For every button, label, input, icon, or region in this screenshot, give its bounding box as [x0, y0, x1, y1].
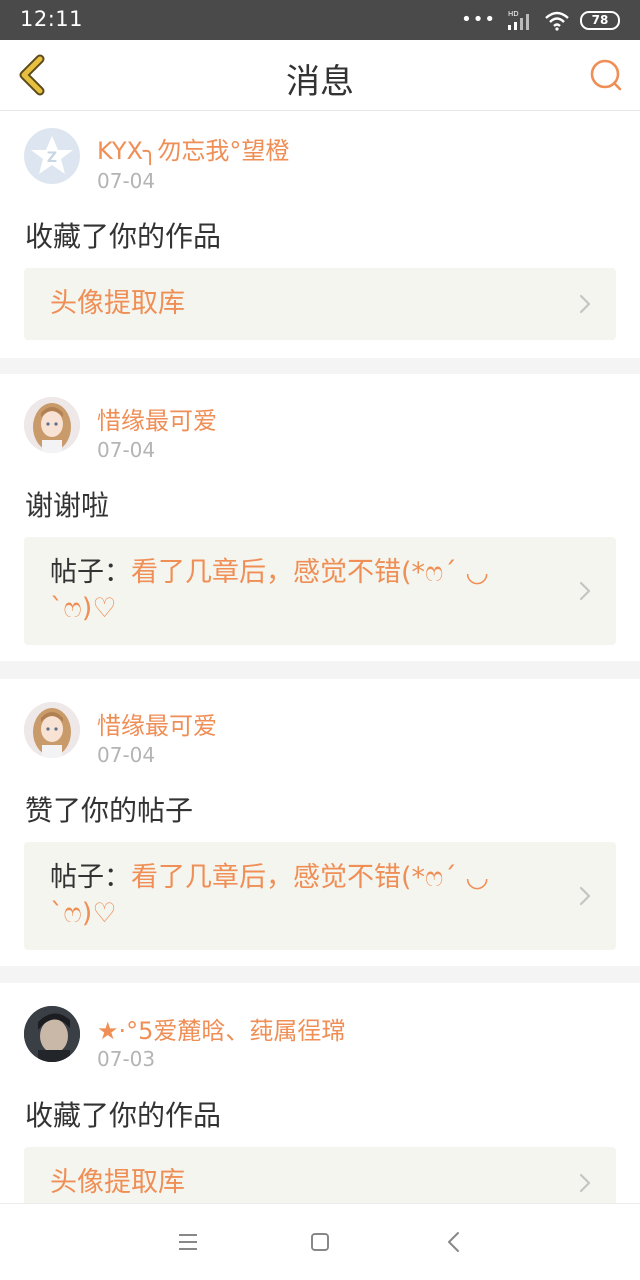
post-reference[interactable]: 帖子：看了几章后，感觉不错(*ෆ´ ◡ `ෆ)♡: [24, 537, 616, 645]
status-bar: 12:11 ••• HD 78: [0, 0, 640, 40]
dark-portrait-avatar[interactable]: [24, 1006, 80, 1062]
app-header: 消息: [0, 40, 640, 111]
message-action: 赞了你的帖子: [25, 794, 194, 827]
svg-text:Z: Z: [47, 150, 57, 166]
chevron-right-icon: [579, 294, 591, 314]
message-card[interactable]: ★·°5爱麓晗、莼属徎瑺 07-03 收藏了你的作品 头像提取库: [0, 983, 640, 1203]
message-date: 07-04: [97, 743, 156, 767]
message-list[interactable]: Z KYX╮勿忘我°望橙 07-04 收藏了你的作品 头像提取库 惜缘最可爱 0…: [0, 111, 640, 1203]
page-title: 消息: [286, 62, 354, 102]
anime-girl-avatar[interactable]: [24, 397, 80, 453]
signal-icon: HD: [508, 10, 529, 30]
message-date: 07-04: [97, 169, 156, 193]
anime-girl-avatar[interactable]: [24, 702, 80, 758]
battery-level: 78: [591, 13, 609, 27]
username[interactable]: ★·°5爱麓晗、莼属徎瑺: [97, 1011, 345, 1046]
wifi-icon: [545, 11, 569, 31]
message-card[interactable]: Z KYX╮勿忘我°望橙 07-04 收藏了你的作品 头像提取库: [0, 111, 640, 358]
menu-icon[interactable]: [172, 1226, 204, 1258]
anime-girl-portrait: [24, 397, 80, 453]
system-nav-bar: [0, 1203, 640, 1280]
chevron-right-icon: [579, 886, 591, 906]
message-date: 07-03: [97, 1047, 156, 1071]
reference-title: 头像提取库: [50, 1167, 185, 1198]
qq-logo-icon: Z: [31, 136, 73, 174]
anime-girl-portrait: [24, 702, 80, 758]
status-icons: ••• HD 78: [461, 9, 620, 31]
username[interactable]: 惜缘最可爱: [97, 706, 217, 741]
username[interactable]: KYX╮勿忘我°望橙: [97, 131, 289, 166]
search-icon[interactable]: [588, 56, 626, 94]
message-action: 收藏了你的作品: [25, 220, 222, 253]
message-card[interactable]: 惜缘最可爱 07-04 谢谢啦 帖子：看了几章后，感觉不错(*ෆ´ ◡ `ෆ)♡: [0, 374, 640, 661]
work-reference[interactable]: 头像提取库: [24, 1147, 616, 1203]
work-reference[interactable]: 头像提取库: [24, 268, 616, 340]
chevron-right-icon: [579, 1173, 591, 1193]
message-card[interactable]: 惜缘最可爱 07-04 赞了你的帖子 帖子：看了几章后，感觉不错(*ෆ´ ◡ `…: [0, 679, 640, 966]
network-label: HD: [508, 10, 519, 18]
username[interactable]: 惜缘最可爱: [97, 401, 217, 436]
message-date: 07-04: [97, 438, 156, 462]
back-nav-icon[interactable]: [438, 1226, 470, 1258]
home-square-icon[interactable]: [304, 1226, 336, 1258]
reference-title: 头像提取库: [50, 288, 185, 319]
dark-portrait: [24, 1006, 80, 1062]
chevron-right-icon: [579, 581, 591, 601]
reference-prefix: 帖子：: [50, 557, 131, 588]
message-action: 收藏了你的作品: [25, 1099, 222, 1132]
qq-default-avatar[interactable]: Z: [24, 128, 80, 184]
more-dots-icon: •••: [461, 9, 496, 30]
status-time: 12:11: [20, 7, 84, 31]
post-reference[interactable]: 帖子：看了几章后，感觉不错(*ෆ´ ◡ `ෆ)♡: [24, 842, 616, 950]
message-action: 谢谢啦: [25, 489, 110, 522]
reference-prefix: 帖子：: [50, 862, 131, 893]
battery-icon: 78: [580, 10, 620, 30]
